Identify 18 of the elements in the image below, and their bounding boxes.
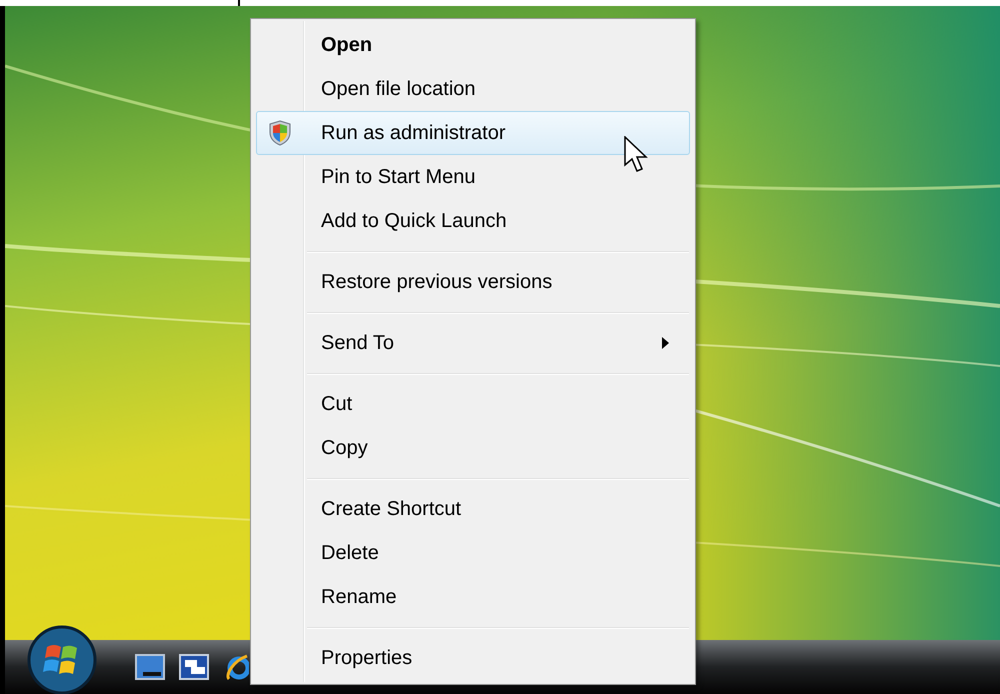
desktop-icon[interactable]	[135, 654, 165, 680]
menu-item[interactable]: Properties	[256, 636, 690, 680]
menu-item[interactable]: Open file location	[256, 67, 690, 111]
start-orb-icon[interactable]	[27, 625, 97, 694]
submenu-arrow-icon	[662, 337, 669, 349]
menu-item[interactable]: Rename	[256, 575, 690, 619]
menu-item[interactable]: Run as administrator	[256, 111, 690, 155]
menu-item[interactable]: Open	[256, 23, 690, 67]
window-switch-icon[interactable]	[179, 654, 209, 680]
menu-item[interactable]: Cut	[256, 382, 690, 426]
menu-item[interactable]: Pin to Start Menu	[256, 155, 690, 199]
menu-item[interactable]: Copy	[256, 426, 690, 470]
menu-item[interactable]: Add to Quick Launch	[256, 199, 690, 243]
menu-item[interactable]: Create Shortcut	[256, 487, 690, 531]
shield-icon	[268, 120, 292, 146]
menu-item[interactable]: Send To	[256, 321, 690, 365]
menu-item[interactable]: Delete	[256, 531, 690, 575]
menu-item[interactable]: Restore previous versions	[256, 260, 690, 304]
